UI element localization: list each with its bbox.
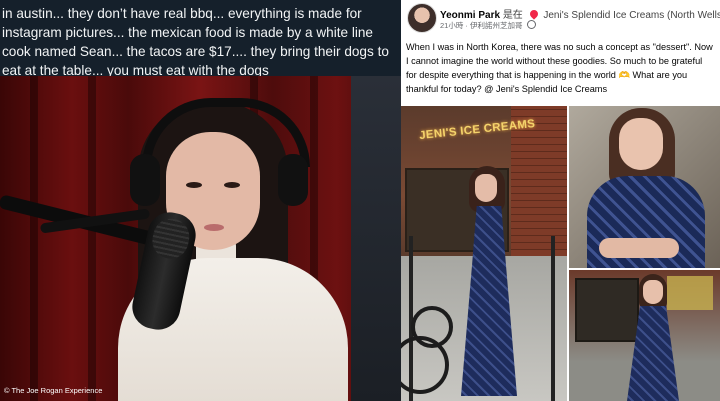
post-header: Yeonmi Park 是在 Jeni's Splendid Ice Cream… [440, 6, 720, 21]
heart-hands-icon: 🫶 [618, 70, 630, 80]
location-link[interactable]: Jeni's Splendid Ice Creams (North Wells) [543, 10, 720, 21]
bicycle-icon [401, 286, 453, 401]
tweet-panel: in austin... they don’t have real bbq...… [0, 0, 401, 401]
globe-icon [526, 20, 536, 29]
podcast-video-still: © The Joe Rogan Experience [0, 76, 401, 401]
facebook-post: Yeonmi Park 是在 Jeni's Splendid Ice Cream… [401, 0, 720, 401]
post-time[interactable]: 21小時 [440, 21, 463, 30]
post-body: When I was in North Korea, there was no … [406, 40, 714, 96]
post-place[interactable]: 伊利諾州芝加哥 [470, 21, 523, 30]
post-photo-closeup[interactable] [569, 106, 720, 268]
avatar[interactable] [407, 3, 437, 33]
post-photo-standing[interactable] [569, 270, 720, 401]
woman-in-dress [453, 166, 523, 401]
post-meta: 21小時 · 伊利諾州芝加哥 [440, 20, 536, 31]
location-pin-icon [527, 8, 540, 20]
tweet-text: in austin... they don’t have real bbq...… [2, 6, 389, 78]
post-photo-main[interactable]: JENI'S ICE CREAMS [401, 106, 567, 401]
background-window [351, 76, 401, 401]
video-watermark: © The Joe Rogan Experience [4, 386, 103, 395]
